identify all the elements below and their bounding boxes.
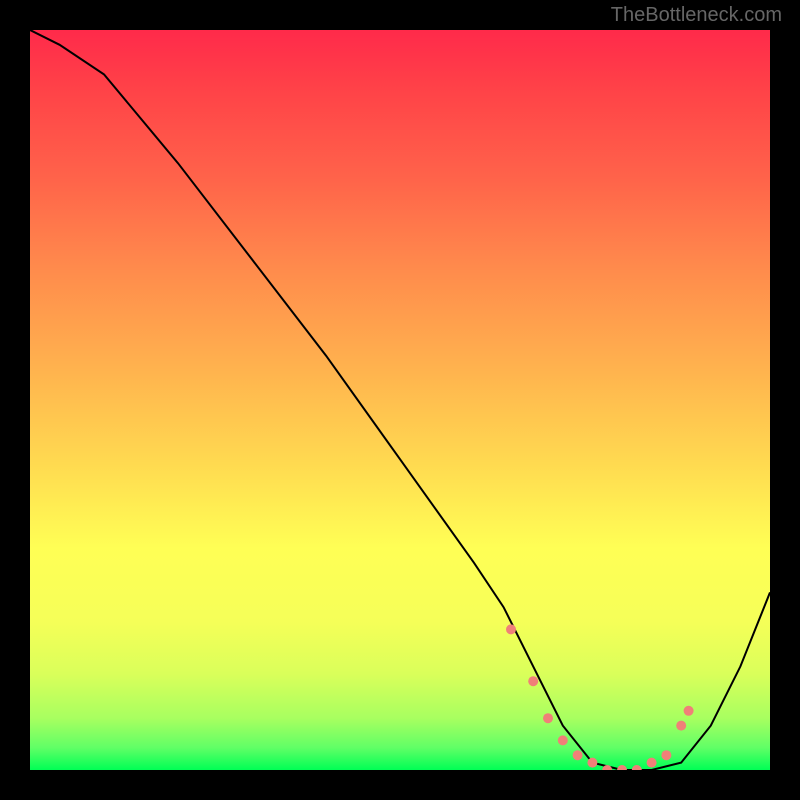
- bottleneck-curve: [30, 30, 770, 770]
- marker-dot: [617, 765, 627, 770]
- chart-container: TheBottleneck.com: [0, 0, 800, 800]
- marker-dot: [661, 750, 671, 760]
- marker-dot: [528, 676, 538, 686]
- marker-dot: [558, 735, 568, 745]
- highlight-markers: [506, 624, 694, 770]
- marker-dot: [573, 750, 583, 760]
- marker-dot: [587, 758, 597, 768]
- marker-dot: [676, 721, 686, 731]
- marker-dot: [506, 624, 516, 634]
- marker-dot: [543, 713, 553, 723]
- marker-dot: [647, 758, 657, 768]
- marker-dot: [632, 765, 642, 770]
- chart-svg: [30, 30, 770, 770]
- watermark-text: TheBottleneck.com: [611, 4, 782, 27]
- marker-dot: [684, 706, 694, 716]
